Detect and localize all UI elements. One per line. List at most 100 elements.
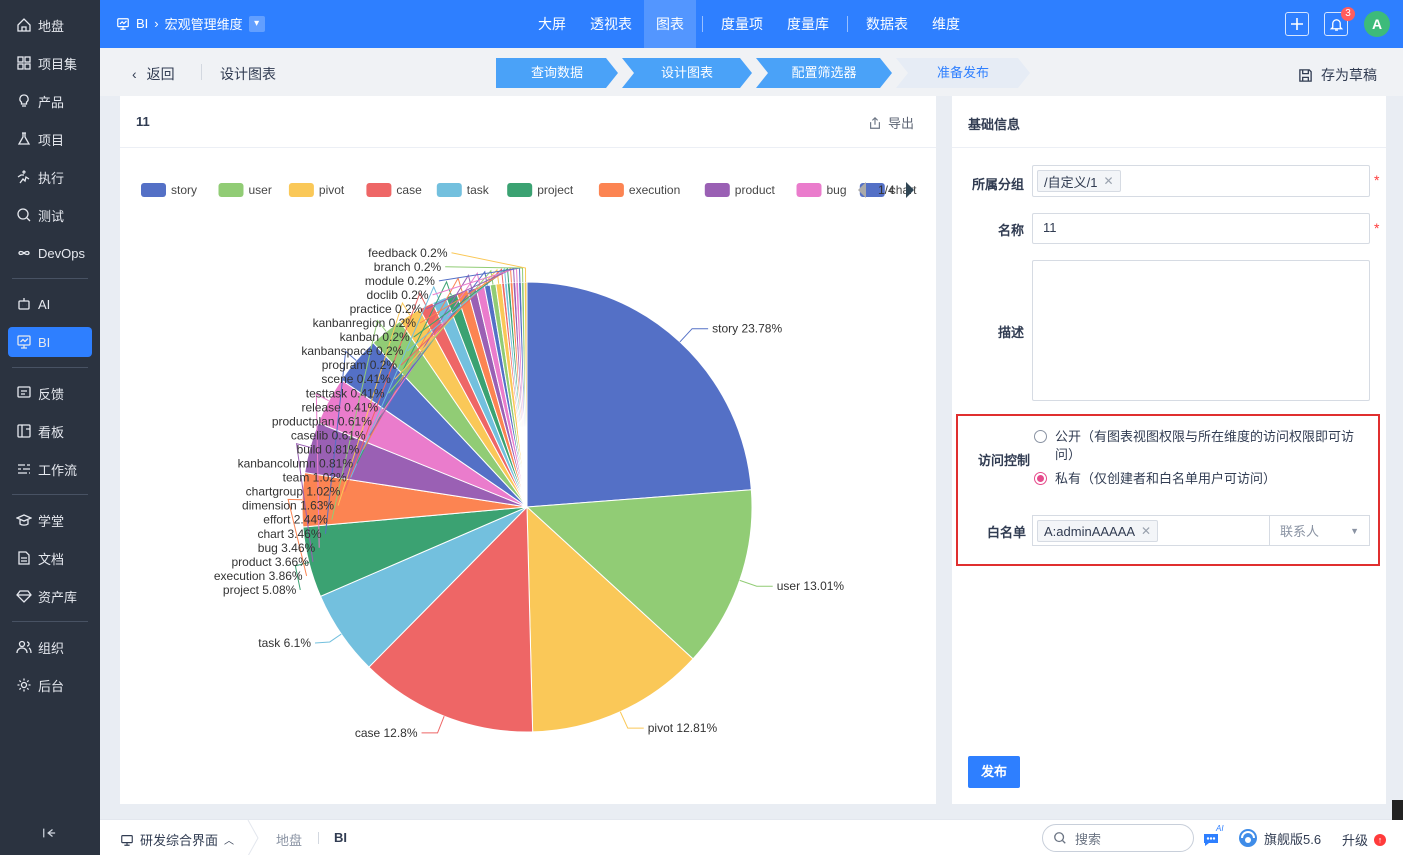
upgrade-label: 升级 <box>1342 833 1369 848</box>
step-config-filter[interactable]: 配置筛选器 <box>756 58 892 88</box>
avatar[interactable]: A <box>1364 11 1390 37</box>
sidebar-item-8[interactable]: BI <box>8 327 92 357</box>
access-label: 访问控制 <box>977 453 1030 468</box>
publish-button[interactable]: 发布 <box>968 756 1020 788</box>
radio-private[interactable] <box>1034 472 1047 485</box>
slice-label: chartgroup 1.02% <box>246 485 341 499</box>
radio-public[interactable] <box>1034 430 1047 443</box>
sidebar-item-7[interactable]: AI <box>8 289 92 319</box>
side-panel-toggle[interactable] <box>1392 800 1403 820</box>
breadcrumb-separator: › <box>154 16 159 31</box>
whitelist-select[interactable]: A:adminAAAAA ✕ <box>1033 516 1269 545</box>
breadcrumb-current[interactable]: 宏观管理维度 <box>165 14 243 33</box>
step-prepare-publish[interactable]: 准备发布 <box>896 58 1030 88</box>
close-icon[interactable]: ✕ <box>1141 524 1151 538</box>
breadcrumb-root[interactable]: BI <box>136 16 148 31</box>
legend-item[interactable]: bug <box>796 183 847 197</box>
crumb-separator-icon <box>247 820 259 855</box>
bottom-bar: 研发综合界面 ︿ 地盘 BI 搜索 AI 旗舰版5.6 升级 ↑ <box>100 819 1403 855</box>
slice-label: productplan 0.61% <box>272 414 372 428</box>
slice-label: scene 0.41% <box>321 372 391 386</box>
slice-label: doclib 0.2% <box>367 288 429 302</box>
sidebar-item-6[interactable]: DevOps <box>8 238 92 268</box>
save-draft-button[interactable]: 存为草稿 <box>1298 65 1377 85</box>
nav-pivot[interactable]: 透视表 <box>578 0 644 48</box>
breadcrumb: BI › 宏观管理维度 ▾ <box>116 14 265 33</box>
legend-item[interactable]: project <box>507 183 574 197</box>
legend-item[interactable]: user <box>218 183 272 197</box>
bottom-crumb-home[interactable]: 地盘 <box>276 830 302 849</box>
collapse-sidebar-icon[interactable] <box>42 826 58 842</box>
back-label: 返回 <box>146 66 175 82</box>
graduation-icon <box>16 512 32 528</box>
nav-metric-lib[interactable]: 度量库 <box>775 0 841 48</box>
bottom-crumb-bi[interactable]: BI <box>334 830 347 845</box>
feedback-icon <box>16 385 32 401</box>
upgrade-button[interactable]: 升级 ↑ <box>1342 830 1387 849</box>
slice-label: case 12.8% <box>355 726 418 740</box>
nav-datatable[interactable]: 数据表 <box>854 0 920 48</box>
notification-badge: 3 <box>1341 7 1355 21</box>
export-button[interactable]: 导出 <box>868 113 914 132</box>
legend-swatch <box>598 183 624 197</box>
workspace-switcher[interactable]: 研发综合界面 ︿ <box>120 830 234 849</box>
legend-item[interactable]: task <box>436 183 490 197</box>
edition-info[interactable]: 旗舰版5.6 <box>1238 828 1321 848</box>
sidebar-item-13[interactable]: 文档 <box>8 543 92 573</box>
sidebar-item-16[interactable]: 后台 <box>8 670 92 700</box>
sidebar-item-5[interactable]: 测试 <box>8 200 92 230</box>
nav-chart[interactable]: 图表 <box>644 0 696 48</box>
nav-metric[interactable]: 度量项 <box>709 0 775 48</box>
top-nav: 大屏 透视表 图表 度量项 度量库 数据表 维度 <box>526 0 972 48</box>
ai-chat-icon[interactable]: AI <box>1202 824 1224 848</box>
back-button[interactable]: ‹ 返回 <box>132 64 175 84</box>
description-textarea[interactable] <box>1032 260 1370 401</box>
legend-item[interactable]: product <box>704 183 776 197</box>
chevron-down-icon[interactable]: ▾ <box>248 15 265 32</box>
chart-panel: 11 导出 story user pivot case task project execu… <box>120 96 936 804</box>
chart-panel-header: 11 导出 <box>120 96 936 148</box>
sidebar-item-3[interactable]: 项目 <box>8 124 92 154</box>
close-icon[interactable]: ✕ <box>1103 174 1113 188</box>
caret-down-icon: ▼ <box>1350 525 1359 536</box>
sidebar-item-14[interactable]: 资产库 <box>8 581 92 611</box>
label-line <box>619 711 644 729</box>
legend-item[interactable]: pivot <box>288 183 345 197</box>
legend-item[interactable]: case <box>366 183 422 197</box>
legend-item[interactable]: execution <box>598 183 680 197</box>
sidebar-item-11[interactable]: 工作流 <box>8 454 92 484</box>
nav-dimension[interactable]: 维度 <box>920 0 972 48</box>
page-title: 设计图表 <box>220 66 276 82</box>
access-private-option[interactable]: 私有（仅创建者和白名单用户可访问） <box>1034 470 1364 488</box>
group-select[interactable]: /自定义/1 ✕ <box>1032 165 1370 197</box>
nav-dashboard[interactable]: 大屏 <box>526 0 578 48</box>
legend-item[interactable]: story <box>141 183 197 197</box>
sidebar-item-1[interactable]: 项目集 <box>8 48 92 78</box>
legend-label: bug <box>827 183 847 197</box>
pie-slice-story[interactable] <box>526 281 752 508</box>
sidebar-item-9[interactable]: 反馈 <box>8 378 92 408</box>
sidebar-item-2[interactable]: 产品 <box>8 86 92 116</box>
slice-label: testtask 0.41% <box>306 386 385 400</box>
sidebar-item-12[interactable]: 学堂 <box>8 505 92 535</box>
sidebar-item-10[interactable]: 看板 <box>8 416 92 446</box>
legend-label: project <box>537 183 574 197</box>
name-input[interactable]: 11 <box>1032 213 1370 244</box>
sidebar-item-4[interactable]: 执行 <box>8 162 92 192</box>
notification-button[interactable]: 3 <box>1324 7 1355 36</box>
label-line <box>314 633 342 644</box>
workflow-icon <box>16 461 32 477</box>
top-bar: BI › 宏观管理维度 ▾ 大屏 透视表 图表 度量项 度量库 数据表 维度 3… <box>100 0 1403 48</box>
sidebar-item-15[interactable]: 组织 <box>8 632 92 662</box>
sidebar-item-label: 项目 <box>38 132 65 148</box>
add-button[interactable] <box>1285 12 1309 36</box>
step-query-data[interactable]: 查询数据 <box>496 58 618 88</box>
required-mark: * <box>1374 172 1380 188</box>
form-panel: 基础信息 所属分组 /自定义/1 ✕ * 名称 11 * 描述 访问控制 公开（… <box>952 96 1386 804</box>
search-input[interactable]: 搜索 <box>1042 824 1194 852</box>
step-design-chart[interactable]: 设计图表 <box>622 58 752 88</box>
sidebar-item-0[interactable]: 地盘 <box>8 10 92 40</box>
access-public-option[interactable]: 公开（有图表视图权限与所在维度的访问权限即可访问） <box>1034 428 1364 464</box>
contacts-select[interactable]: 联系人 ▼ <box>1269 516 1369 545</box>
section-title: 基础信息 <box>968 117 1021 132</box>
